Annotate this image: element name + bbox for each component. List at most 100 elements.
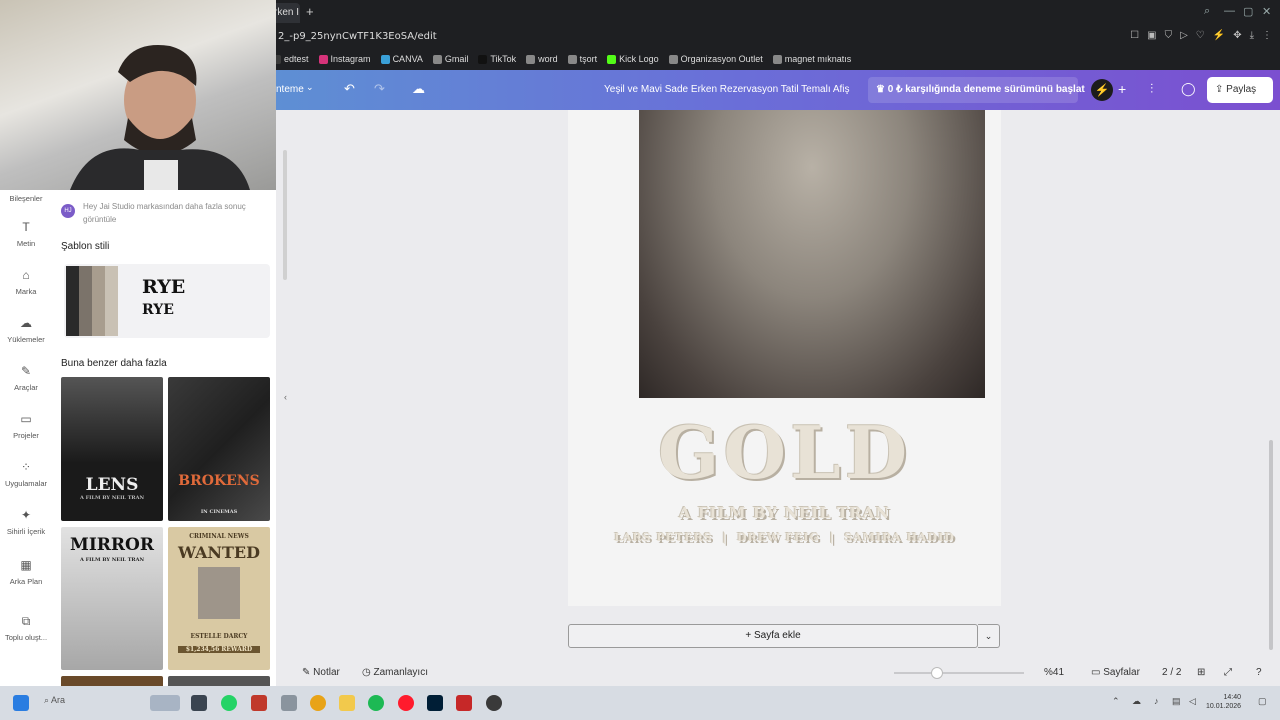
bookmark-icon[interactable]: ☐ [1130,30,1139,41]
poster-byline[interactable]: A FILM BY NEIL TRAN [568,504,1001,522]
clock[interactable]: 14:40 10.01.2026 [1206,693,1241,711]
calculator-icon[interactable] [281,695,297,711]
file-explorer-icon[interactable] [339,695,355,711]
sidebar-item-upload[interactable]: ☁ Yüklemeler [0,316,52,344]
panel-scrollbar[interactable] [283,150,287,280]
browser-tab[interactable]: rken I [272,3,300,23]
photoshop-icon[interactable] [427,695,443,711]
maximize-icon[interactable]: ▢ [1243,5,1253,18]
app-icon[interactable] [251,695,267,711]
notification-icon[interactable]: ▢ [1258,696,1267,707]
insights-icon[interactable]: ⫶ [1150,81,1153,97]
theme-menu[interactable]: nteme [276,84,304,95]
start-icon[interactable] [13,695,29,711]
add-page-dropdown-icon[interactable]: ⌄ [978,624,1000,648]
office-icon[interactable] [456,695,472,711]
zoom-slider-handle[interactable] [930,667,943,679]
template-thumb-partial[interactable] [168,676,270,686]
minimize-icon[interactable]: — [1224,5,1235,17]
heart-icon[interactable]: ♡ [1196,30,1205,41]
chevron-down-icon[interactable]: ⌄ [306,82,314,93]
timer-button[interactable]: ◷ Zamanlayıcı [362,667,428,678]
close-icon[interactable]: ✕ [1262,5,1271,18]
sidebar-item-brand[interactable]: ⌂ Marka [0,268,52,296]
grid-view-icon[interactable]: ⊞ [1197,667,1205,678]
template-thumb-lens[interactable]: LENS A FILM BY NEIL TRAN [61,377,163,521]
taskbar-search[interactable]: ⌕ Ara [44,695,65,706]
zoom-slider[interactable] [894,672,1024,674]
chrome-icon[interactable] [310,695,326,711]
network-icon[interactable]: ▤ [1172,696,1181,707]
bookmark-item[interactable]: edtest [272,54,309,64]
bookmark-item[interactable]: Instagram [318,54,371,64]
screenshot-icon[interactable]: ▣ [1147,30,1156,41]
widget-icon[interactable] [150,695,180,711]
notes-button[interactable]: ✎ Notlar [302,667,340,678]
template-style-card[interactable]: RYE RYE [64,264,270,338]
sidebar-item-label: Projeler [13,431,39,440]
poster-cast[interactable]: LARS PETERS | DREW FEIG | SAMIRA HADID [568,531,1001,544]
tray-chevron-icon[interactable]: ⌃ [1112,696,1120,707]
spotify-icon[interactable] [368,695,384,711]
template-thumb-brokens[interactable]: BROKENS IN CINEMAS [168,377,270,521]
sidebar-item-label: Yüklemeler [7,335,45,344]
help-icon[interactable]: ? [1256,667,1262,678]
zoom-level[interactable]: %41 [1044,667,1064,678]
start-trial-button[interactable]: ♛ 0 ₺ karşılığında deneme sürümünü başla… [868,77,1085,103]
fullscreen-icon[interactable]: ⤢ [1224,667,1232,678]
template-thumb-wanted[interactable]: CRIMINAL NEWS WANTED ESTELLE DARCY $1,23… [168,527,270,670]
sidebar-item-background[interactable]: ▦ Arka Plan [0,558,52,586]
sidebar-item-label: Toplu oluşt... [4,633,48,642]
bolt-extension-icon[interactable]: ⚡ [1213,30,1225,41]
new-tab-button[interactable]: + [306,4,314,19]
design-page[interactable]: GOLD A FILM BY NEIL TRAN LARS PETERS | D… [568,110,1001,606]
bookmark-item[interactable]: magnet mıknatıs [772,54,851,64]
menu-icon[interactable]: ⋮ [1262,30,1272,41]
onedrive-icon[interactable]: ☁ [1132,696,1141,707]
redo-icon[interactable]: ↷ [374,81,385,97]
extensions-icon[interactable]: ✥ [1233,30,1241,41]
poster-title[interactable]: GOLD [568,410,1001,495]
template-thumb-mirror[interactable]: MIRROR A FILM BY NEIL TRAN [61,527,163,670]
poster-photo[interactable] [639,110,985,398]
cloud-sync-icon[interactable]: ☁ [412,81,425,97]
bookmark-item[interactable]: word [526,54,558,64]
download-icon[interactable]: ⤓ [1250,30,1254,41]
sidebar-item-folder[interactable]: ▭ Projeler [0,412,52,440]
collapse-panel-icon[interactable]: ‹ [284,392,296,406]
canvas-scrollbar[interactable] [1269,440,1273,650]
bookmark-item[interactable]: tşort [567,54,597,64]
sidebar-item-apps[interactable]: ⁘ Uygulamalar [0,460,52,488]
sidebar-item-text[interactable]: T Metin [0,220,52,248]
sidebar-item-magic[interactable]: ✦ Sihirli İçerik [0,508,52,536]
comment-icon[interactable]: ◯ [1181,81,1196,97]
opera-icon[interactable] [398,695,414,711]
url-field[interactable]: 2_-p9_25nynCwTF1K3EoSA/edit [278,31,437,42]
add-page-button[interactable]: + Sayfa ekle [568,624,978,648]
bookmark-item[interactable]: Kick Logo [607,54,659,64]
template-thumb-partial[interactable] [61,676,163,686]
shield-icon[interactable]: ⛉ [1165,30,1173,41]
sidebar-item-shapes[interactable]: ◇Bileşenler [0,194,52,203]
app-icon[interactable] [486,695,502,711]
microphone-icon[interactable]: ♪ [1154,696,1159,706]
whatsapp-icon[interactable] [221,695,237,711]
sidebar-item-label: Metin [16,239,36,248]
sidebar-item-tools[interactable]: ✎ Araçlar [0,364,52,392]
design-title[interactable]: Yeşil ve Mavi Sade Erken Rezervasyon Tat… [604,84,850,95]
bookmark-item[interactable]: Organizasyon Outlet [668,54,763,64]
search-tabs-icon[interactable]: ⌕ [1204,5,1210,18]
bookmark-item[interactable]: CANVA [380,54,423,64]
add-collaborator-icon[interactable]: + [1118,81,1126,97]
bookmark-item[interactable]: TikTok [478,54,516,64]
share-button[interactable]: ⇪ Paylaş [1207,77,1273,103]
play-icon[interactable]: ▷ [1180,30,1188,41]
brand-notice[interactable]: HJ Hey Jai Studio markasından daha fazla… [61,200,261,226]
pages-button[interactable]: ▭ Sayfalar [1091,667,1140,678]
task-view-icon[interactable] [191,695,207,711]
undo-icon[interactable]: ↶ [344,81,355,97]
volume-icon[interactable]: ◁ [1189,696,1196,707]
magic-bolt-icon[interactable]: ⚡ [1091,79,1113,101]
bookmark-item[interactable]: Gmail [432,54,468,64]
sidebar-item-bulk-create[interactable]: ⧉ Toplu oluşt... [0,614,52,642]
